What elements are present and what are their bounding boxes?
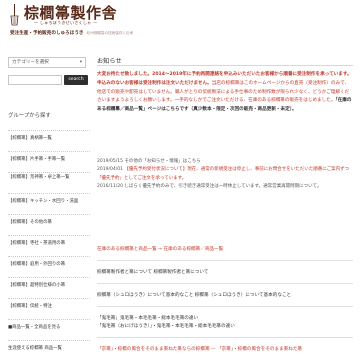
sidebar-item-temple[interactable]: 【棕櫚箒】寺社・茶道用の箒 [8, 235, 90, 256]
news-item[interactable]: 2019/05/15 その他の「お知らせ・情報」はこちら [97, 158, 353, 166]
stock-link[interactable]: 在庫のある棕櫚箒と商品一覧 → 在庫のある棕櫚箒／商品一覧 [97, 246, 353, 252]
sidebar-item-one-hand-brooms[interactable]: 【棕櫚箒】片手箒・手箒一覧 [8, 151, 90, 172]
stock-link-text[interactable]: 在庫のある棕櫚箒と商品一覧 → 在庫のある棕櫚箒／商品一覧 [97, 247, 223, 252]
site-tagline-main: 受注生産・予約販売のしゅろほうき [10, 31, 84, 36]
site-header: 棕櫚箒製作舎 — しゅろぼうきせいさくしゃ — 受注生産・予約販売のしゅろほうき… [0, 0, 360, 42]
site-tagline: 受注生産・予約販売のしゅろほうき 紀州棕櫚箒の技術保存と伝承 [10, 30, 133, 36]
group-title: グループから探す [8, 113, 51, 119]
onige-link-a[interactable]: 「鬼毛箒」鬼毛箒・本毛毛箒・総本毛毛箒の違い [97, 315, 353, 323]
main-content: お知らせ 大変お待たせ致しました。2014〜2019年に予約再開連絡を申込みいた… [97, 50, 355, 360]
basics-link[interactable]: 棕櫚箒（シュロほうき）について基本的なこと 棕櫚箒（シュロほうき）について基本的… [97, 292, 353, 298]
kyo-houki-link[interactable]: 「京箒」・棕櫚の風合をそのまま束ねた箒ならの棕櫚箒 — 「京箒」・棕櫚の風合をそ… [97, 346, 353, 354]
news-list: 2019/05/15 その他の「お知らせ・情報」はこちら 2019/04/01 … [97, 158, 353, 192]
news-text[interactable]: 【優先予約受付状況について】現在、通常の新規受注は停止し、事前にお問合せをいただ… [97, 167, 349, 180]
site-tagline-small: 紀州棕櫚箒の技術保存と伝承 [86, 31, 134, 35]
news-date: 2019/04/01 [97, 167, 123, 173]
search-input[interactable] [8, 75, 62, 85]
sidebar-group-list: 【棕櫚箒】真柄箒一覧 【棕櫚箒】片手箒・手箒一覧 【棕櫚箒】荒神箒・卓上箒一覧 … [8, 130, 90, 360]
kyo-houki-link-text[interactable]: 「京箒」・棕櫚の風合をそのまま束ねた箒ならの棕櫚箒 — 「京箒」・棕櫚の風合をそ… [97, 347, 302, 352]
category-select[interactable]: カテゴリーを選択 ▾ [8, 57, 86, 68]
sidebar-item-lifetime[interactable]: 生涯使える棕櫚箒 商品一覧 [8, 340, 90, 360]
news-item[interactable]: 2019/04/01 【優先予約受付状況について】現在、通常の新規受注は停止し、… [97, 166, 353, 183]
sidebar-item-special[interactable]: 【棕櫚箒】超特別仕様の小箒 [8, 277, 90, 298]
sidebar-item-hand-brooms[interactable]: 【棕櫚箒】真柄箒一覧 [8, 130, 90, 151]
divider [97, 260, 353, 261]
divider [97, 65, 353, 66]
sidebar-item-kitchen[interactable]: 【棕櫚箒】キッチン・水回り・洗面 [8, 193, 90, 214]
basics-link-b[interactable]: 棕櫚箒（シュロほうき）について基本的なこと [195, 293, 291, 298]
sidebar: カテゴリーを選択 ▾ search グループから探す 【棕櫚箒】真柄箒一覧 【棕… [0, 50, 92, 360]
onige-link[interactable]: 「鬼毛箒」鬼毛箒・本毛毛箒・総本毛毛箒の違い 「鬼毛箒（おにげほうき）」・鬼毛箒… [97, 315, 353, 331]
chevron-down-icon: ▾ [79, 60, 82, 65]
divider [97, 337, 353, 338]
maker-link-b[interactable]: 棕櫚箒製作者と箒について [153, 270, 208, 275]
maker-link-a[interactable]: 棕櫚箒製作者と箒について [97, 270, 152, 275]
basics-link-a[interactable]: 棕櫚箒（シュロほうき）について基本的なこと [97, 293, 193, 298]
search-button[interactable]: search [64, 75, 88, 85]
broom-logo-icon [10, 4, 19, 26]
onige-link-b[interactable]: 「鬼毛箒（おにげほうき）」・鬼毛箒・本毛毛箒・総本毛毛箒の違い [97, 323, 353, 331]
sidebar-item-kojin-brooms[interactable]: 【棕櫚箒】荒神箒・卓上箒一覧 [8, 172, 90, 193]
sidebar-item-garden[interactable]: 【棕櫚箒】庭用・外回りの箒 [8, 256, 90, 277]
news-text[interactable]: その他の「お知らせ・情報」はこちら [124, 159, 200, 164]
site-logo-subtitle: — しゅろぼうきせいさくしゃ — [34, 20, 98, 25]
divider [97, 306, 353, 307]
news-date: 2016/11/20 [97, 184, 123, 190]
news-title: お知らせ [97, 58, 122, 65]
news-date: 2019/05/15 [97, 159, 123, 164]
category-select-value: カテゴリーを選択 [12, 60, 49, 65]
notice-block: 大変お待たせ致しました。2014〜2019年に予約再開連絡を申込みいただいたお客… [97, 71, 353, 115]
maker-link[interactable]: 棕櫚箒製作者と箒について 棕櫚箒製作者と箒について [97, 269, 353, 275]
news-text[interactable]: しばらく優先予約のみで、引き続き通常受注は一時休止しています。通常営業再開時期に… [124, 184, 321, 189]
sidebar-item-all-products[interactable]: ■商品一覧・全商品を見る [8, 319, 90, 340]
news-item[interactable]: 2016/11/20 しばらく優先予約のみで、引き続き通常受注は一時休止していま… [97, 183, 353, 191]
sidebar-item-other[interactable]: 【棕櫚箒】その他の箒 [8, 214, 90, 235]
sidebar-item-custom[interactable]: 【棕櫚箒】伝統・特注 [8, 298, 90, 319]
divider [97, 283, 353, 284]
